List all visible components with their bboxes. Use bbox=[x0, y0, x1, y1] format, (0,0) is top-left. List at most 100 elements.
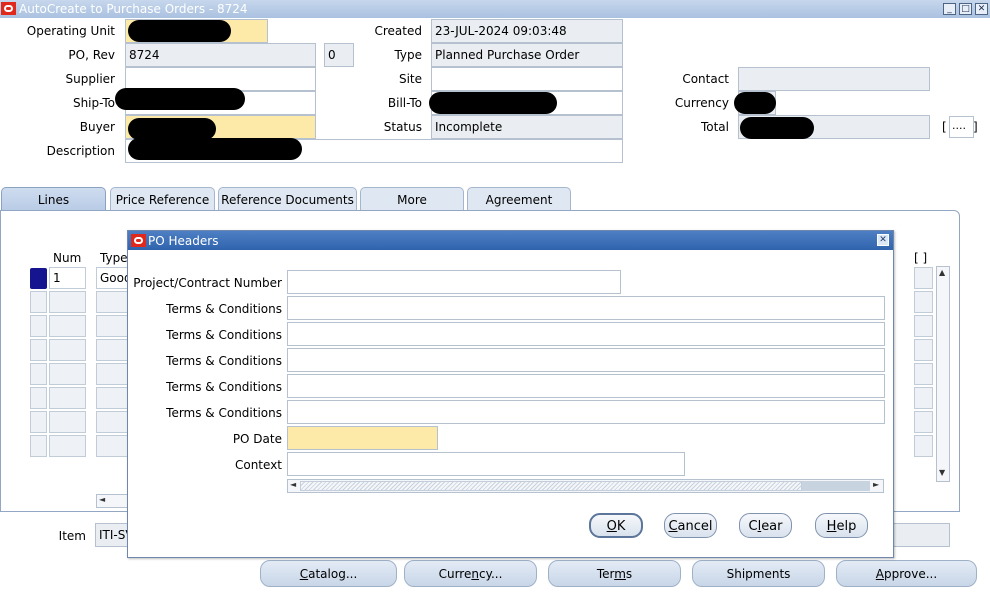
lines-vertical-scrollbar[interactable]: ▲ ▼ bbox=[936, 266, 950, 482]
terms-button[interactable]: Terms bbox=[548, 560, 681, 587]
redacted-bill-to bbox=[429, 92, 557, 114]
operating-unit-label: Operating Unit bbox=[26, 24, 115, 38]
redacted-total bbox=[740, 117, 814, 139]
help-button[interactable]: Help bbox=[815, 513, 868, 538]
terms-conditions-1-label: Terms & Conditions bbox=[166, 302, 282, 316]
flexfield-bracket-open: [ bbox=[942, 120, 947, 134]
grid-cell[interactable] bbox=[30, 363, 47, 385]
cancel-button[interactable]: Cancel bbox=[664, 513, 717, 538]
dialog-title-bar: PO Headers ✕ bbox=[128, 231, 893, 250]
grid-cell[interactable] bbox=[914, 363, 933, 385]
tab-more[interactable]: More bbox=[360, 187, 464, 211]
grid-cell[interactable] bbox=[49, 435, 86, 457]
row1-num-cell[interactable]: 1 bbox=[49, 267, 86, 289]
dialog-title: PO Headers bbox=[148, 234, 219, 248]
grid-cell[interactable] bbox=[914, 339, 933, 361]
ok-button[interactable]: OK bbox=[589, 513, 643, 538]
type-label: Type bbox=[394, 48, 422, 62]
dialog-close-icon[interactable]: ✕ bbox=[877, 234, 889, 246]
grid-cell[interactable] bbox=[30, 411, 47, 433]
redacted-operating-unit bbox=[128, 20, 231, 42]
grid-cell[interactable] bbox=[914, 291, 933, 313]
tab-lines[interactable]: Lines bbox=[1, 187, 106, 211]
row1-flex-cell[interactable] bbox=[914, 267, 933, 289]
redacted-currency bbox=[734, 92, 776, 114]
scroll-down-icon[interactable]: ▼ bbox=[939, 468, 945, 477]
terms-conditions-2-label: Terms & Conditions bbox=[166, 328, 282, 342]
scroll-left-icon[interactable]: ◄ bbox=[99, 495, 105, 504]
redacted-buyer bbox=[128, 118, 216, 140]
site-label: Site bbox=[398, 72, 422, 86]
maximize-icon[interactable]: □ bbox=[959, 3, 972, 15]
po-date-field[interactable] bbox=[287, 426, 438, 450]
status-field[interactable]: Incomplete bbox=[431, 115, 623, 139]
grid-cell[interactable] bbox=[30, 315, 47, 337]
grid-cell[interactable] bbox=[30, 339, 47, 361]
buyer-label: Buyer bbox=[79, 120, 115, 134]
redacted-description bbox=[128, 138, 302, 160]
grid-cell[interactable] bbox=[914, 411, 933, 433]
grid-cell[interactable] bbox=[49, 339, 86, 361]
created-field[interactable]: 23-JUL-2024 09:03:48 bbox=[431, 19, 623, 43]
clear-button[interactable]: Clear bbox=[739, 513, 792, 538]
currency-button[interactable]: Currency... bbox=[404, 560, 537, 587]
context-field[interactable] bbox=[287, 452, 685, 476]
currency-label: Currency bbox=[674, 96, 729, 110]
terms-conditions-3-field[interactable] bbox=[287, 348, 885, 372]
redacted-ship-to bbox=[115, 88, 245, 110]
window-title-bar: AutoCreate to Purchase Orders - 8724 _ □… bbox=[0, 0, 990, 18]
project-contract-label: Project/Contract Number bbox=[133, 276, 282, 290]
grid-cell[interactable] bbox=[49, 363, 86, 385]
grid-cell[interactable] bbox=[49, 315, 86, 337]
num-column-header: Num bbox=[53, 251, 82, 265]
context-label: Context bbox=[234, 458, 282, 472]
grid-cell[interactable] bbox=[49, 411, 86, 433]
terms-conditions-4-field[interactable] bbox=[287, 374, 885, 398]
description-label: Description bbox=[46, 144, 115, 158]
grid-cell[interactable] bbox=[30, 291, 47, 313]
terms-conditions-2-field[interactable] bbox=[287, 322, 885, 346]
shipments-button[interactable]: Shipments bbox=[692, 560, 825, 587]
current-record-indicator[interactable] bbox=[30, 268, 47, 289]
dialog-scroll-thumb[interactable] bbox=[300, 481, 802, 491]
total-label: Total bbox=[700, 120, 729, 134]
terms-conditions-1-field[interactable] bbox=[287, 296, 885, 320]
minimize-icon[interactable]: _ bbox=[943, 3, 956, 15]
grid-cell[interactable] bbox=[49, 387, 86, 409]
scroll-up-icon[interactable]: ▲ bbox=[939, 268, 945, 277]
descriptive-flexfield[interactable]: .... bbox=[949, 116, 974, 138]
dialog-horizontal-scrollbar[interactable]: ◄ ► bbox=[287, 479, 884, 493]
grid-cell[interactable] bbox=[914, 435, 933, 457]
contact-field[interactable] bbox=[738, 67, 930, 91]
catalog-button[interactable]: Catalog... bbox=[260, 560, 397, 587]
grid-cell[interactable] bbox=[914, 387, 933, 409]
close-icon[interactable]: ✕ bbox=[975, 3, 988, 15]
dialog-scroll-track bbox=[802, 481, 870, 491]
item-description-field[interactable] bbox=[893, 523, 950, 547]
dialog-oracle-logo-icon bbox=[131, 234, 146, 247]
tab-agreement[interactable]: Agreement bbox=[467, 187, 571, 211]
po-rev-label: PO, Rev bbox=[68, 48, 115, 62]
window-title: AutoCreate to Purchase Orders - 8724 bbox=[19, 2, 248, 16]
grid-cell[interactable] bbox=[30, 435, 47, 457]
dialog-scroll-right-icon[interactable]: ► bbox=[873, 480, 879, 489]
oracle-logo-icon bbox=[1, 2, 16, 15]
type-field[interactable]: Planned Purchase Order bbox=[431, 43, 623, 67]
bill-to-label: Bill-To bbox=[387, 96, 422, 110]
terms-conditions-5-field[interactable] bbox=[287, 400, 885, 424]
grid-cell[interactable] bbox=[49, 291, 86, 313]
supplier-label: Supplier bbox=[65, 72, 115, 86]
site-field[interactable] bbox=[431, 67, 623, 91]
dialog-scroll-left-icon[interactable]: ◄ bbox=[290, 480, 296, 489]
tab-price-reference[interactable]: Price Reference bbox=[110, 187, 215, 211]
project-contract-field[interactable] bbox=[287, 270, 621, 294]
lines-flexfield-header: [ ] bbox=[914, 251, 928, 265]
approve-button[interactable]: Approve... bbox=[836, 560, 977, 587]
tab-reference-documents[interactable]: Reference Documents bbox=[218, 187, 357, 211]
status-label: Status bbox=[383, 120, 422, 134]
po-headers-dialog: PO Headers ✕ Project/Contract Number Ter… bbox=[127, 230, 894, 558]
flexfield-bracket-close: ] bbox=[973, 120, 978, 134]
po-number-field[interactable]: 8724 bbox=[125, 43, 316, 67]
grid-cell[interactable] bbox=[914, 315, 933, 337]
grid-cell[interactable] bbox=[30, 387, 47, 409]
